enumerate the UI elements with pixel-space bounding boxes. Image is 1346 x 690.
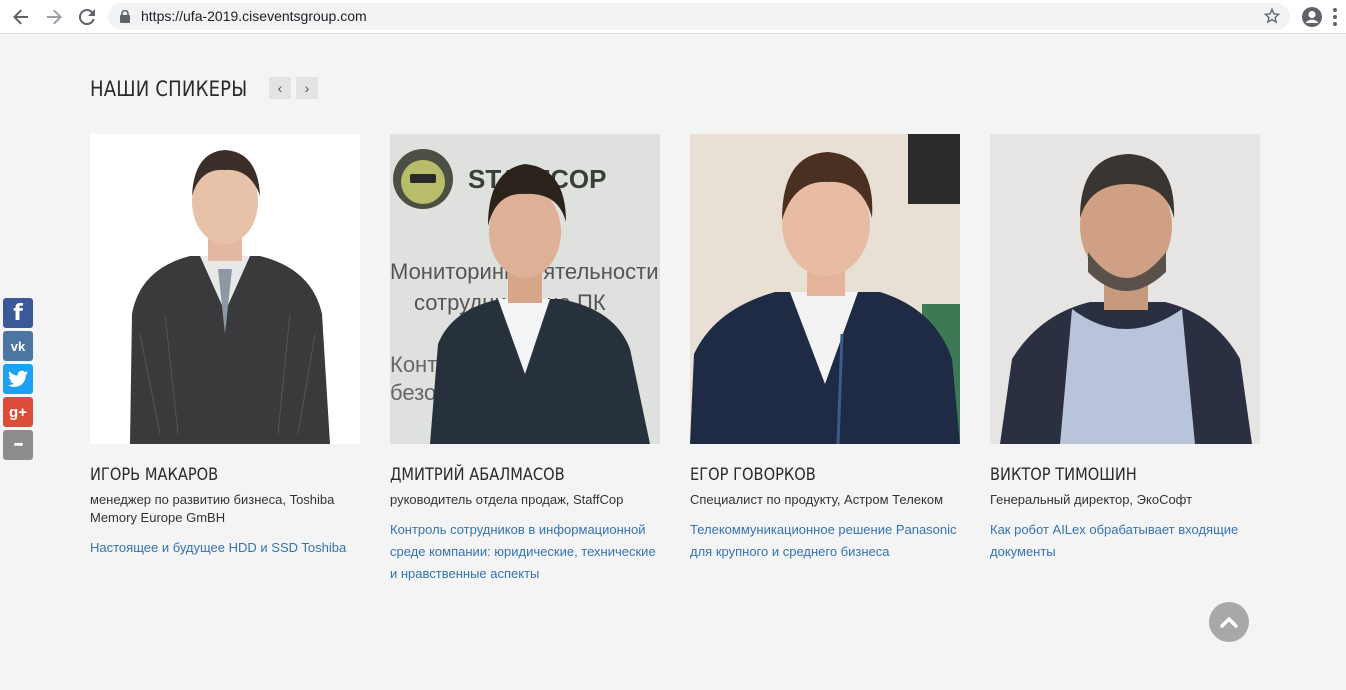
address-bar[interactable]: https://ufa-2019.ciseventsgroup.com bbox=[108, 3, 1290, 30]
speaker-photo[interactable] bbox=[90, 134, 360, 444]
speaker-role: руководитель отдела продаж, StaffCop bbox=[390, 492, 624, 507]
lock-icon bbox=[120, 10, 130, 23]
menu-icon[interactable] bbox=[1328, 5, 1342, 29]
vk-icon: vk bbox=[10, 338, 26, 354]
star-icon bbox=[1264, 8, 1280, 24]
speaker-photo[interactable] bbox=[690, 134, 960, 444]
talk-link[interactable]: Контроль сотрудников в информационной ср… bbox=[390, 519, 660, 585]
chevron-up-icon bbox=[1220, 617, 1238, 628]
more-icon: ••• bbox=[13, 439, 24, 451]
google-plus-share-button[interactable]: g+ bbox=[3, 397, 33, 427]
talk-link[interactable]: Как робот AILex обрабатывает входящие до… bbox=[990, 519, 1260, 563]
speaker-role: Генеральный директор, ЭкоСофт bbox=[990, 492, 1193, 507]
forward-icon bbox=[47, 9, 62, 25]
speaker-role: менеджер по развитию бизнеса, Toshiba Me… bbox=[90, 492, 335, 525]
account-icon bbox=[1302, 7, 1322, 27]
speaker-photo[interactable]: SТАFFCOP Мониторинг деятельности сотрудн… bbox=[390, 134, 660, 444]
url-text: https://ufa-2019.ciseventsgroup.com bbox=[141, 8, 367, 24]
speaker-card: SТАFFCOP Мониторинг деятельности сотрудн… bbox=[390, 134, 680, 585]
forward-button[interactable] bbox=[42, 5, 66, 29]
vk-share-button[interactable]: vk bbox=[3, 331, 33, 361]
speaker-card: ИГОРЬ МАКАРОВ менеджер по развитию бизне… bbox=[90, 134, 380, 559]
talk-link[interactable]: Телекоммуникационное решение Panasonic д… bbox=[690, 519, 960, 563]
bookmark-button[interactable] bbox=[1262, 6, 1282, 26]
back-icon bbox=[13, 9, 28, 25]
facebook-share-button[interactable]: f bbox=[3, 298, 33, 328]
reload-icon bbox=[79, 9, 95, 25]
facebook-icon: f bbox=[13, 300, 23, 326]
reload-button[interactable] bbox=[75, 5, 99, 29]
twitter-share-button[interactable] bbox=[3, 364, 33, 394]
speaker-name: ВИКТОР ТИМОШИН bbox=[990, 465, 1137, 485]
banner-text: безо bbox=[390, 380, 436, 405]
browser-toolbar: https://ufa-2019.ciseventsgroup.com bbox=[0, 0, 1346, 34]
talk-link[interactable]: Настоящее и будущее HDD и SSD Toshiba bbox=[90, 537, 360, 559]
back-button[interactable] bbox=[9, 5, 33, 29]
speaker-photo[interactable] bbox=[990, 134, 1260, 444]
scroll-top-button[interactable] bbox=[1209, 602, 1249, 642]
google-plus-icon: g+ bbox=[9, 403, 27, 421]
speaker-card: ВИКТОР ТИМОШИН Генеральный директор, Эко… bbox=[990, 134, 1280, 563]
speaker-name: ДМИТРИЙ АБАЛМАСОВ bbox=[390, 465, 565, 485]
more-share-button[interactable]: ••• bbox=[3, 430, 33, 460]
twitter-icon bbox=[8, 370, 28, 387]
speaker-name: ЕГОР ГОВОРКОВ bbox=[690, 465, 816, 485]
prev-arrow-button[interactable]: ‹ bbox=[269, 77, 291, 99]
speaker-name: ИГОРЬ МАКАРОВ bbox=[90, 465, 219, 485]
next-arrow-button[interactable]: › bbox=[296, 77, 318, 99]
account-button[interactable] bbox=[1300, 5, 1324, 29]
speaker-role: Специалист по продукту, Астром Телеком bbox=[690, 492, 944, 507]
section-title: НАШИ СПИКЕРЫ bbox=[90, 77, 248, 101]
speaker-card: ЕГОР ГОВОРКОВ Специалист по продукту, Ас… bbox=[690, 134, 980, 563]
